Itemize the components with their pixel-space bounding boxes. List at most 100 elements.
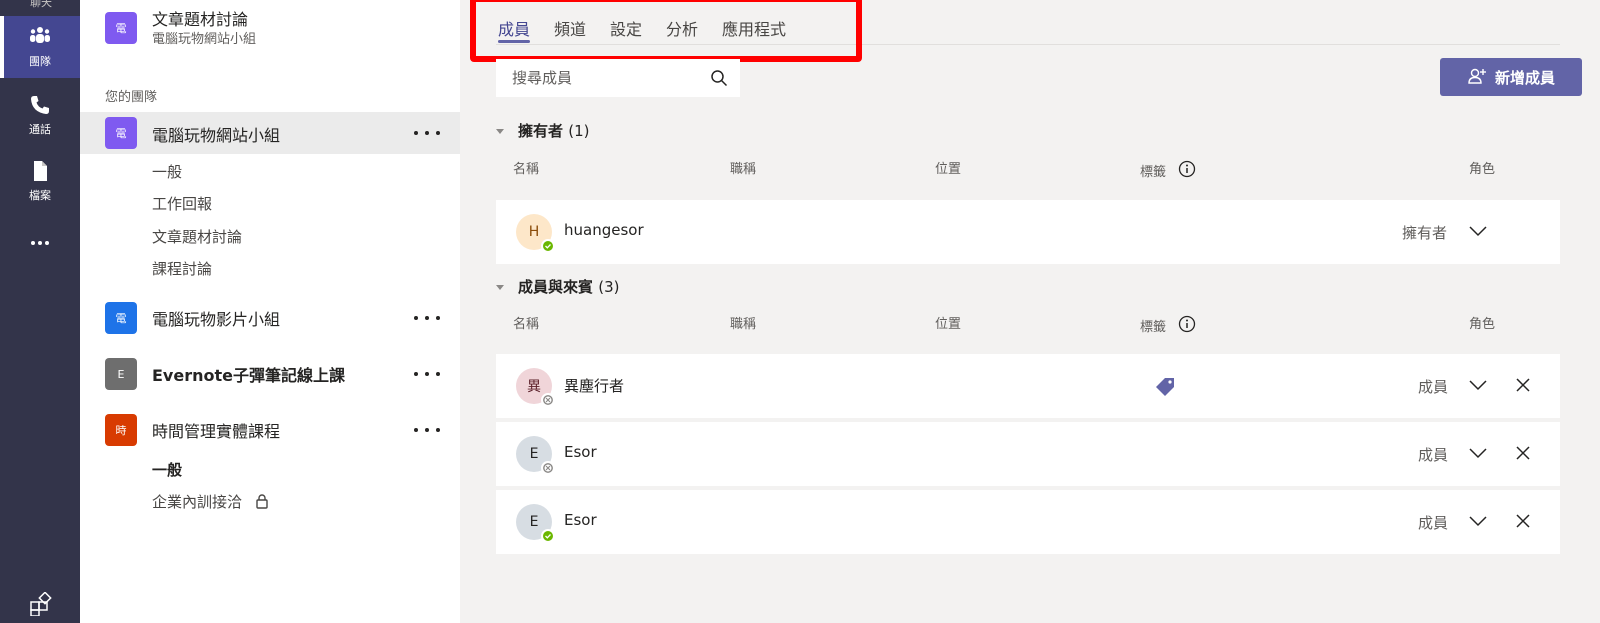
team-row[interactable]: 電 電腦玩物網站小組: [80, 112, 460, 154]
column-name[interactable]: 名稱: [513, 158, 539, 177]
chevron-down-icon[interactable]: [1468, 224, 1488, 238]
group-label: 擁有者: [518, 122, 564, 140]
avatar: H: [516, 214, 555, 253]
member-name: Esor: [564, 443, 597, 461]
group-label: 成員與來賓: [518, 278, 594, 296]
collapse-icon: [496, 129, 504, 134]
group-count: (3): [598, 278, 620, 296]
rail-item-calls[interactable]: 通話: [0, 84, 80, 146]
presence-available-icon: [541, 529, 555, 543]
chevron-down-icon[interactable]: [1468, 446, 1488, 460]
remove-member-icon[interactable]: [1514, 444, 1532, 462]
column-title[interactable]: 職稱: [730, 313, 756, 332]
info-icon[interactable]: [1178, 160, 1196, 178]
team-name: 電腦玩物影片小組: [152, 310, 281, 329]
channel-label: 企業內訓接洽: [152, 493, 243, 511]
team-avatar: 電: [105, 12, 137, 44]
table-row[interactable]: E Esor 成員: [496, 422, 1560, 486]
presence-offline-icon: [541, 393, 555, 407]
teams-panel: 電 文章題材討論 電腦玩物網站小組 您的團隊 電 電腦玩物網站小組 一般 工作回…: [80, 0, 460, 623]
role-label: 成員: [1418, 378, 1449, 396]
chevron-down-icon[interactable]: [1468, 378, 1488, 392]
team-avatar: E: [105, 358, 137, 390]
add-member-label: 新增成員: [1494, 68, 1555, 87]
tabs-highlight-box: [470, 0, 862, 62]
your-teams-label: 您的團隊: [105, 90, 158, 105]
teams-icon: [30, 27, 50, 43]
column-tags[interactable]: 標籤: [1140, 161, 1166, 180]
team-row[interactable]: 電 電腦玩物影片小組: [80, 297, 460, 339]
search-icon[interactable]: [710, 69, 728, 87]
remove-member-icon[interactable]: [1514, 376, 1532, 394]
member-search: [496, 59, 740, 97]
channel-item[interactable]: 工作回報: [152, 193, 212, 214]
channel-item[interactable]: 一般: [152, 459, 182, 480]
team-avatar: 電: [105, 302, 137, 334]
role-label: 成員: [1418, 514, 1449, 532]
column-name[interactable]: 名稱: [513, 313, 539, 332]
presence-offline-icon: [541, 461, 555, 475]
team-name: Evernote子彈筆記線上課: [152, 366, 345, 385]
avatar-initial: E: [529, 514, 539, 530]
more-options-icon[interactable]: [414, 313, 440, 323]
table-row[interactable]: E Esor 成員: [496, 490, 1560, 554]
member-name: huangesor: [564, 221, 644, 239]
column-tags[interactable]: 標籤: [1140, 316, 1166, 335]
avatar: 異: [516, 368, 555, 407]
search-input[interactable]: [496, 59, 706, 97]
owners-group-header[interactable]: 擁有者 (1): [496, 120, 590, 141]
role-label: 成員: [1418, 446, 1449, 464]
more-icon: [31, 241, 49, 245]
rail-item-calls-label: 通話: [29, 123, 51, 136]
add-member-button[interactable]: 新增成員: [1440, 58, 1582, 96]
apps-icon[interactable]: [28, 592, 52, 616]
avatar: E: [516, 436, 555, 475]
more-options-icon[interactable]: [414, 128, 440, 138]
tag-icon[interactable]: [1154, 376, 1176, 398]
add-person-icon: [1468, 68, 1486, 84]
rail-item-chat-label: 聊天: [30, 0, 52, 9]
more-options-icon[interactable]: [414, 425, 440, 435]
column-location[interactable]: 位置: [935, 313, 961, 332]
collapse-icon: [496, 285, 504, 290]
chevron-down-icon[interactable]: [1468, 514, 1488, 528]
rail-item-files[interactable]: 檔案: [0, 150, 80, 212]
rail-item-more[interactable]: [0, 212, 80, 274]
info-icon[interactable]: [1178, 315, 1196, 333]
team-name: 電腦玩物網站小組: [152, 126, 281, 145]
team-row[interactable]: 時 時間管理實體課程: [80, 409, 460, 451]
rail-item-teams[interactable]: 團隊: [0, 16, 80, 78]
group-count: (1): [568, 122, 590, 140]
channel-item[interactable]: 文章題材討論: [152, 226, 242, 247]
team-avatar: 電: [105, 117, 137, 149]
more-options-icon[interactable]: [414, 369, 440, 379]
avatar-initial: H: [528, 224, 540, 240]
channel-item[interactable]: 課程討論: [152, 258, 212, 279]
avatar-initial: E: [529, 446, 539, 462]
table-row[interactable]: 異 異塵行者 成員: [496, 354, 1560, 418]
manage-team-view: 成員 頻道 設定 分析 應用程式 新增成員 擁有者 (1) 名稱 職稱 位置 標…: [460, 0, 1600, 623]
team-row[interactable]: E Evernote子彈筆記線上課: [80, 353, 460, 395]
column-role[interactable]: 角色: [1469, 313, 1495, 332]
app-rail: 聊天 團隊 通話 檔案: [0, 0, 80, 623]
column-location[interactable]: 位置: [935, 158, 961, 177]
role-label: 擁有者: [1402, 224, 1448, 242]
avatar-initial: 異: [527, 379, 541, 395]
rail-item-chat[interactable]: 聊天: [0, 0, 80, 9]
channel-item[interactable]: 一般: [152, 161, 182, 182]
members-group-header[interactable]: 成員與來賓 (3): [496, 276, 620, 297]
team-avatar: 時: [105, 414, 137, 446]
team-name: 文章題材討論: [152, 10, 249, 29]
member-name: Esor: [564, 511, 597, 529]
rail-item-teams-label: 團隊: [29, 55, 51, 68]
remove-member-icon[interactable]: [1514, 512, 1532, 530]
presence-available-icon: [541, 239, 555, 253]
phone-icon: [31, 96, 49, 114]
column-title[interactable]: 職稱: [730, 158, 756, 177]
pinned-team-row[interactable]: 電 文章題材討論 電腦玩物網站小組: [80, 6, 460, 50]
lock-icon: [256, 494, 268, 509]
channel-item-private[interactable]: 企業內訓接洽: [152, 491, 269, 512]
team-name: 時間管理實體課程: [152, 422, 281, 441]
table-row[interactable]: H huangesor 擁有者: [496, 200, 1560, 264]
column-role[interactable]: 角色: [1469, 158, 1495, 177]
